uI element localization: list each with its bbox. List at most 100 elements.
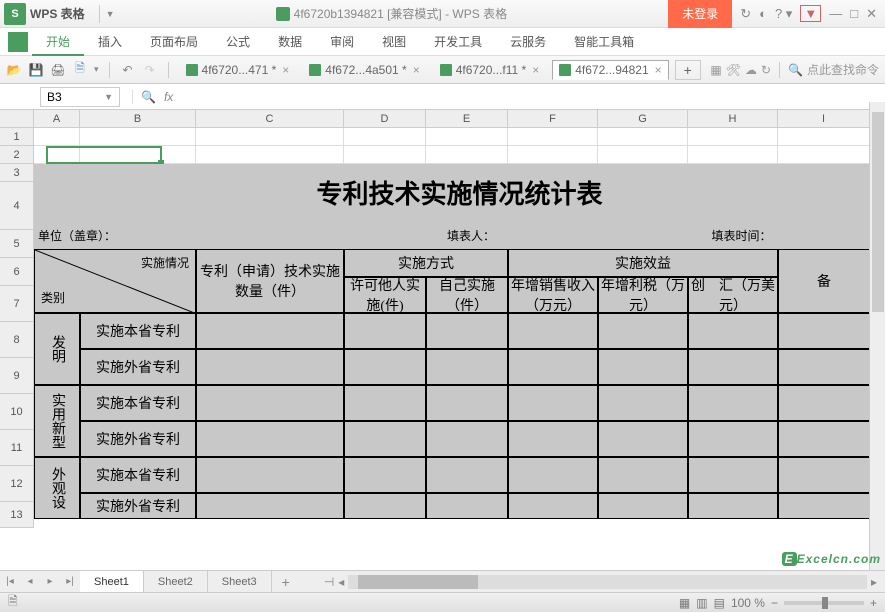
row-header-3[interactable]: 3 bbox=[0, 164, 34, 182]
col-header-C[interactable]: C bbox=[196, 110, 344, 128]
data-cell[interactable] bbox=[196, 385, 344, 421]
data-cell[interactable] bbox=[778, 421, 870, 457]
view-normal-icon[interactable]: ▦ bbox=[679, 596, 690, 610]
tab-close-icon[interactable]: × bbox=[413, 63, 420, 77]
data-cell[interactable] bbox=[426, 349, 508, 385]
zoom-in-button[interactable]: + bbox=[870, 596, 877, 610]
data-cell[interactable] bbox=[508, 493, 598, 519]
cell[interactable] bbox=[80, 146, 196, 164]
cell[interactable] bbox=[344, 146, 426, 164]
data-cell[interactable] bbox=[508, 385, 598, 421]
row-header-7[interactable]: 7 bbox=[0, 286, 34, 322]
sync-icon[interactable]: ↻ bbox=[740, 6, 751, 22]
sheet-nav-last[interactable]: ▸| bbox=[60, 576, 80, 587]
redo-icon[interactable]: ↷ bbox=[142, 62, 158, 78]
close-icon[interactable]: ✕ bbox=[866, 6, 877, 22]
data-cell[interactable] bbox=[598, 385, 688, 421]
data-cell[interactable] bbox=[196, 493, 344, 519]
data-cell[interactable] bbox=[196, 421, 344, 457]
cell[interactable] bbox=[80, 128, 196, 146]
cell[interactable] bbox=[598, 146, 688, 164]
row-header-1[interactable]: 1 bbox=[0, 128, 34, 146]
data-cell[interactable] bbox=[426, 421, 508, 457]
cell[interactable] bbox=[598, 128, 688, 146]
cell[interactable] bbox=[508, 146, 598, 164]
row-header-12[interactable]: 12 bbox=[0, 466, 34, 502]
fx-label[interactable]: fx bbox=[164, 90, 173, 104]
menu-start[interactable]: 开始 bbox=[32, 28, 84, 56]
menu-insert[interactable]: 插入 bbox=[84, 28, 136, 56]
login-button[interactable]: 未登录 bbox=[668, 0, 732, 28]
data-cell[interactable] bbox=[688, 421, 778, 457]
print-icon[interactable]: 🖨 bbox=[50, 62, 66, 78]
data-cell[interactable] bbox=[508, 421, 598, 457]
data-cell[interactable] bbox=[688, 457, 778, 493]
tab-close-icon[interactable]: × bbox=[282, 63, 289, 77]
cell[interactable] bbox=[344, 128, 426, 146]
horizontal-scrollbar[interactable]: ⊣ ◂ ▸ bbox=[320, 575, 885, 589]
row-header-11[interactable]: 11 bbox=[0, 430, 34, 466]
tool-grid-icon[interactable]: ▦ bbox=[710, 63, 721, 77]
sheet-tab-2[interactable]: Sheet2 bbox=[144, 571, 208, 593]
data-cell[interactable] bbox=[196, 313, 344, 349]
help-icon[interactable]: ? ▾ bbox=[775, 6, 792, 22]
dropdown-icon[interactable]: ▼ bbox=[106, 9, 115, 19]
col-header-I[interactable]: I bbox=[778, 110, 870, 128]
data-cell[interactable] bbox=[508, 313, 598, 349]
col-header-D[interactable]: D bbox=[344, 110, 426, 128]
cell[interactable] bbox=[778, 146, 870, 164]
data-cell[interactable] bbox=[778, 385, 870, 421]
col-header-B[interactable]: B bbox=[80, 110, 196, 128]
data-cell[interactable] bbox=[598, 493, 688, 519]
cell[interactable] bbox=[778, 128, 870, 146]
data-cell[interactable] bbox=[688, 385, 778, 421]
tab-close-icon[interactable]: × bbox=[532, 63, 539, 77]
data-cell[interactable] bbox=[778, 349, 870, 385]
cell[interactable] bbox=[426, 146, 508, 164]
undo-icon[interactable]: ↶ bbox=[120, 62, 136, 78]
doc-tab-2[interactable]: 4f672...4a501 *× bbox=[302, 60, 426, 80]
menu-review[interactable]: 审阅 bbox=[316, 28, 368, 56]
data-cell[interactable] bbox=[426, 313, 508, 349]
search-hint-text[interactable]: 点此查找命令 bbox=[807, 61, 879, 78]
cell[interactable] bbox=[196, 146, 344, 164]
doc-tab-3[interactable]: 4f6720...f11 *× bbox=[433, 60, 547, 80]
col-header-E[interactable]: E bbox=[426, 110, 508, 128]
data-cell[interactable] bbox=[344, 385, 426, 421]
status-doc-icon[interactable]: 🗎 bbox=[8, 592, 18, 613]
row-header-6[interactable]: 6 bbox=[0, 258, 34, 286]
zoom-out-button[interactable]: − bbox=[771, 596, 778, 610]
data-cell[interactable] bbox=[598, 313, 688, 349]
menu-view[interactable]: 视图 bbox=[368, 28, 420, 56]
more-icon[interactable]: ▾ bbox=[94, 64, 99, 75]
zoom-slider[interactable] bbox=[784, 601, 864, 605]
view-break-icon[interactable]: ▤ bbox=[714, 596, 725, 610]
data-cell[interactable] bbox=[344, 313, 426, 349]
chevron-down-icon[interactable]: ▼ bbox=[104, 92, 113, 102]
cell[interactable] bbox=[34, 128, 80, 146]
col-header-A[interactable]: A bbox=[34, 110, 80, 128]
sheet-nav-prev[interactable]: ◂ bbox=[20, 576, 40, 587]
save-icon[interactable]: 💾 bbox=[28, 62, 44, 78]
formula-input[interactable] bbox=[181, 87, 885, 107]
menu-data[interactable]: 数据 bbox=[264, 28, 316, 56]
new-tab-button[interactable]: + bbox=[675, 60, 701, 80]
data-cell[interactable] bbox=[688, 349, 778, 385]
data-cell[interactable] bbox=[778, 313, 870, 349]
pin-icon[interactable]: ▼ bbox=[800, 5, 821, 22]
menu-formula[interactable]: 公式 bbox=[212, 28, 264, 56]
cell[interactable] bbox=[426, 128, 508, 146]
open-icon[interactable]: 📂 bbox=[6, 62, 22, 78]
vertical-scrollbar[interactable] bbox=[869, 102, 885, 570]
add-sheet-button[interactable]: + bbox=[272, 574, 300, 590]
sheet-nav-next[interactable]: ▸ bbox=[40, 576, 60, 587]
data-cell[interactable] bbox=[196, 349, 344, 385]
data-cell[interactable] bbox=[778, 457, 870, 493]
data-cell[interactable] bbox=[688, 313, 778, 349]
sheet-tab-1[interactable]: Sheet1 bbox=[80, 571, 144, 593]
cell[interactable] bbox=[688, 128, 778, 146]
col-header-F[interactable]: F bbox=[508, 110, 598, 128]
doc-tab-4[interactable]: 4f672...94821× bbox=[552, 60, 668, 80]
select-all-corner[interactable] bbox=[0, 110, 34, 128]
menu-smart[interactable]: 智能工具箱 bbox=[560, 28, 648, 56]
